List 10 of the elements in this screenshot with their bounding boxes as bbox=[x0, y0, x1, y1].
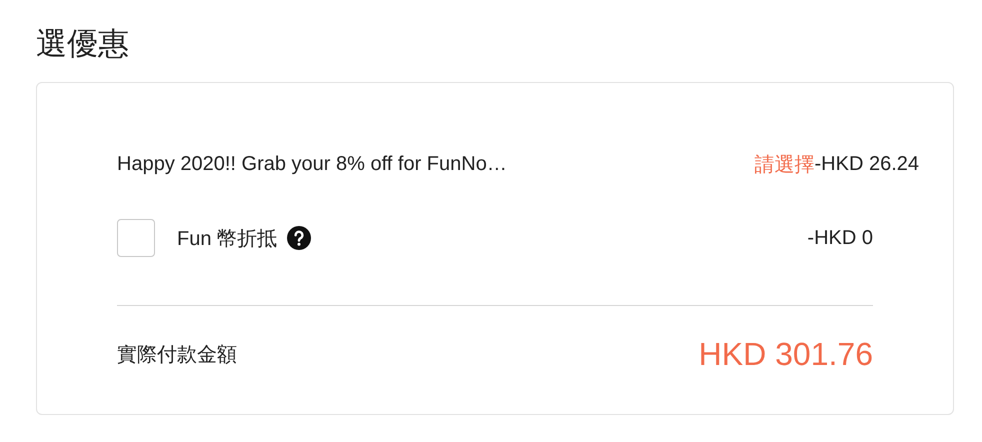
promotion-amount: -HKD 26.24 bbox=[814, 152, 919, 176]
checkbox[interactable] bbox=[117, 219, 155, 257]
select-link[interactable]: 請選擇 bbox=[754, 150, 814, 178]
section-title: 選優惠 bbox=[36, 25, 130, 63]
fun-coins-label: Fun 幣折抵 bbox=[177, 226, 278, 252]
fun-coins-amount: -HKD 0 bbox=[807, 226, 873, 250]
total-label: 實際付款金額 bbox=[117, 342, 237, 368]
promotion-name: Happy 2020!! Grab your 8% off for FunNo… bbox=[117, 152, 508, 176]
help-icon[interactable] bbox=[287, 226, 312, 250]
total-amount: HKD 301.76 bbox=[698, 336, 873, 372]
